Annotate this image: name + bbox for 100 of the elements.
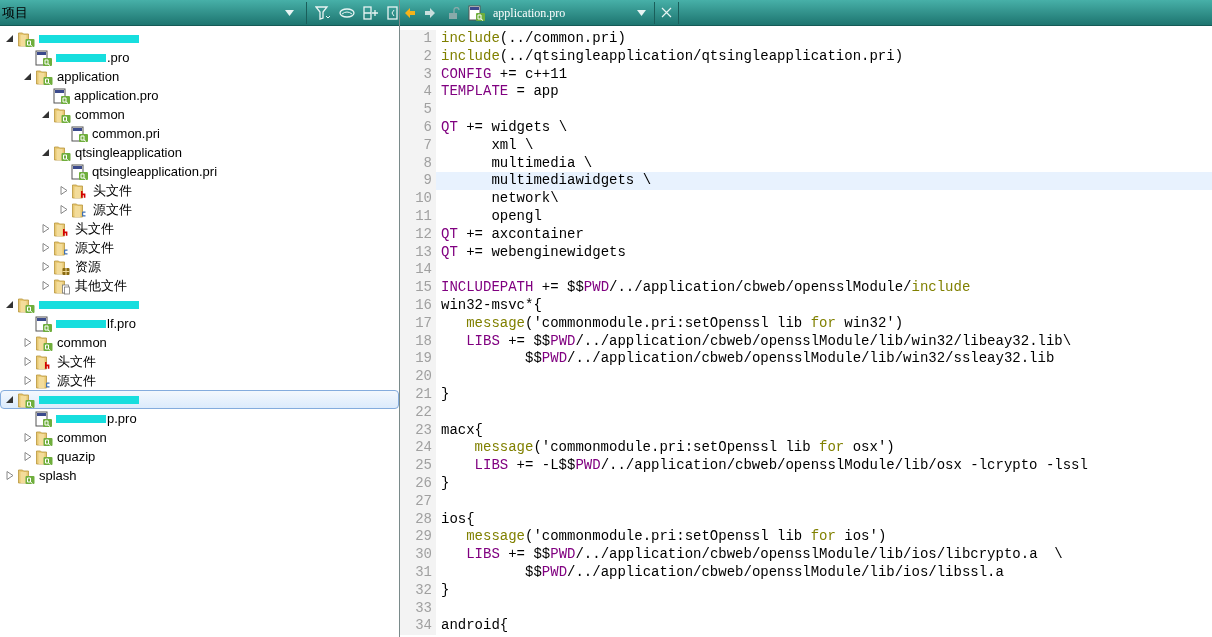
tree-item-label: 资源 xyxy=(75,257,101,276)
close-icon[interactable] xyxy=(661,7,672,18)
code-token: } xyxy=(441,385,450,402)
code-token: += axcontainer xyxy=(465,225,584,242)
tree-item[interactable]: common xyxy=(0,428,399,447)
tree-item[interactable]: 源文件 xyxy=(0,200,399,219)
project-folder-icon xyxy=(35,333,53,352)
collapsed-arrow-icon[interactable] xyxy=(42,224,50,233)
collapsed-arrow-icon[interactable] xyxy=(24,433,32,442)
close-sidebar-icon[interactable] xyxy=(387,5,399,20)
dropdown-caret-icon[interactable] xyxy=(637,9,646,16)
expanded-arrow-icon[interactable] xyxy=(42,148,50,157)
tree-item-label: 源文件 xyxy=(75,238,114,257)
collapsed-arrow-icon[interactable] xyxy=(60,186,68,195)
tree-item[interactable]: 头文件 xyxy=(0,352,399,371)
code-token: += widgets \ xyxy=(465,119,568,135)
forward-arrow-icon[interactable] xyxy=(424,6,436,19)
tree-item[interactable]: p.pro xyxy=(0,409,399,428)
line-number: 29 xyxy=(400,528,436,547)
expanded-arrow-icon[interactable] xyxy=(6,34,14,43)
tree-item[interactable]: qtsingleapplication xyxy=(0,143,399,162)
line-number: 34 xyxy=(400,617,436,636)
code-token: } xyxy=(441,581,450,598)
tree-item[interactable]: application.pro xyxy=(0,86,399,105)
line-number: 9 xyxy=(400,172,436,191)
tree-item[interactable]: 头文件 xyxy=(0,181,399,200)
resource-folder-icon xyxy=(53,257,71,276)
project-folder-icon xyxy=(17,29,35,48)
project-file-icon xyxy=(35,410,52,427)
project-folder-icon xyxy=(17,390,35,409)
collapsed-arrow-icon[interactable] xyxy=(6,471,14,480)
tree-item[interactable]: .pro xyxy=(0,48,399,67)
collapsed-arrow-icon[interactable] xyxy=(42,262,50,271)
line-number: 15 xyxy=(400,279,436,297)
code-token: include xyxy=(911,279,971,296)
expanded-arrow-icon[interactable] xyxy=(6,395,14,404)
tree-item[interactable]: 头文件 xyxy=(0,219,399,238)
expanded-arrow-icon[interactable] xyxy=(24,72,32,81)
code-token: = app xyxy=(515,83,559,100)
tree-item[interactable]: quazip xyxy=(0,447,399,466)
code-token: osx') xyxy=(851,439,895,456)
source-folder-icon xyxy=(35,371,53,390)
code-token: (../qtsingleapplication/qtsingleapplication.pri) xyxy=(499,47,904,64)
code-token: PWD xyxy=(550,546,576,563)
code-token: opengl xyxy=(490,207,542,224)
collapsed-arrow-icon[interactable] xyxy=(24,338,32,347)
code-token: /../application/cbweb/opensslModule/lib/osx -lcrypto -lssl xyxy=(600,457,1088,474)
tree-item-label: lf.pro xyxy=(107,314,136,333)
code-token: win32-msvc*{ xyxy=(441,296,542,313)
line-number: 14 xyxy=(400,261,436,280)
tree-item[interactable]: lf.pro xyxy=(0,314,399,333)
file-name[interactable]: application.pro xyxy=(493,3,633,22)
split-add-icon[interactable] xyxy=(363,5,379,20)
tree-item-label: qtsingleapplication.pri xyxy=(92,162,218,181)
link-icon[interactable] xyxy=(339,6,355,19)
code-token: += webenginewidgets xyxy=(465,243,626,260)
code-token: for xyxy=(810,528,836,545)
tree-item[interactable]: common xyxy=(0,333,399,352)
collapsed-arrow-icon[interactable] xyxy=(42,281,50,290)
tree-item[interactable]: 源文件 xyxy=(0,371,399,390)
code-token: += -L$$ xyxy=(515,457,576,474)
expanded-arrow-icon[interactable] xyxy=(42,110,50,119)
tree-item[interactable]: qtsingleapplication.pri xyxy=(0,162,399,181)
tree-item-label: common xyxy=(75,105,125,124)
tree-item[interactable]: common.pri xyxy=(0,124,399,143)
tree-item[interactable]: common xyxy=(0,105,399,124)
dropdown-caret-icon[interactable] xyxy=(285,9,294,16)
tree-item-label: 头文件 xyxy=(57,352,96,371)
line-number: 10 xyxy=(400,190,436,208)
project-file-icon xyxy=(35,49,52,66)
line-number: 1 xyxy=(400,30,436,48)
code-token: } xyxy=(441,474,450,491)
line-number: 4 xyxy=(400,83,436,102)
tree-item[interactable]: 其他文件 xyxy=(0,276,399,295)
tree-item-label: splash xyxy=(39,466,77,485)
tree-item-label: quazip xyxy=(57,447,96,466)
code-token: CONFIG xyxy=(441,65,492,82)
code-token: for xyxy=(819,439,845,456)
tree-item-label: 源文件 xyxy=(93,200,132,219)
code-token: PWD xyxy=(541,350,568,367)
collapsed-arrow-icon[interactable] xyxy=(42,243,50,252)
filter-icon[interactable] xyxy=(315,5,331,20)
code-token: += c++11 xyxy=(498,65,568,82)
code-token: LIBS xyxy=(466,546,500,563)
code-token: ios') xyxy=(843,528,887,545)
tree-item[interactable]: 资源 xyxy=(0,257,399,276)
collapsed-arrow-icon[interactable] xyxy=(24,452,32,461)
back-arrow-icon[interactable] xyxy=(404,6,416,19)
collapsed-arrow-icon[interactable] xyxy=(60,205,68,214)
project-folder-icon xyxy=(17,295,35,314)
line-number: 19 xyxy=(400,350,436,369)
collapsed-arrow-icon[interactable] xyxy=(24,357,32,366)
expanded-arrow-icon[interactable] xyxy=(6,300,14,309)
collapsed-arrow-icon[interactable] xyxy=(24,376,32,385)
code-token: ios{ xyxy=(441,510,475,527)
code-token: PWD xyxy=(541,563,568,580)
tree-item[interactable]: 源文件 xyxy=(0,238,399,257)
tree-item[interactable]: application xyxy=(0,67,399,86)
tree-item[interactable]: splash xyxy=(0,466,399,485)
lock-icon[interactable] xyxy=(448,6,460,19)
